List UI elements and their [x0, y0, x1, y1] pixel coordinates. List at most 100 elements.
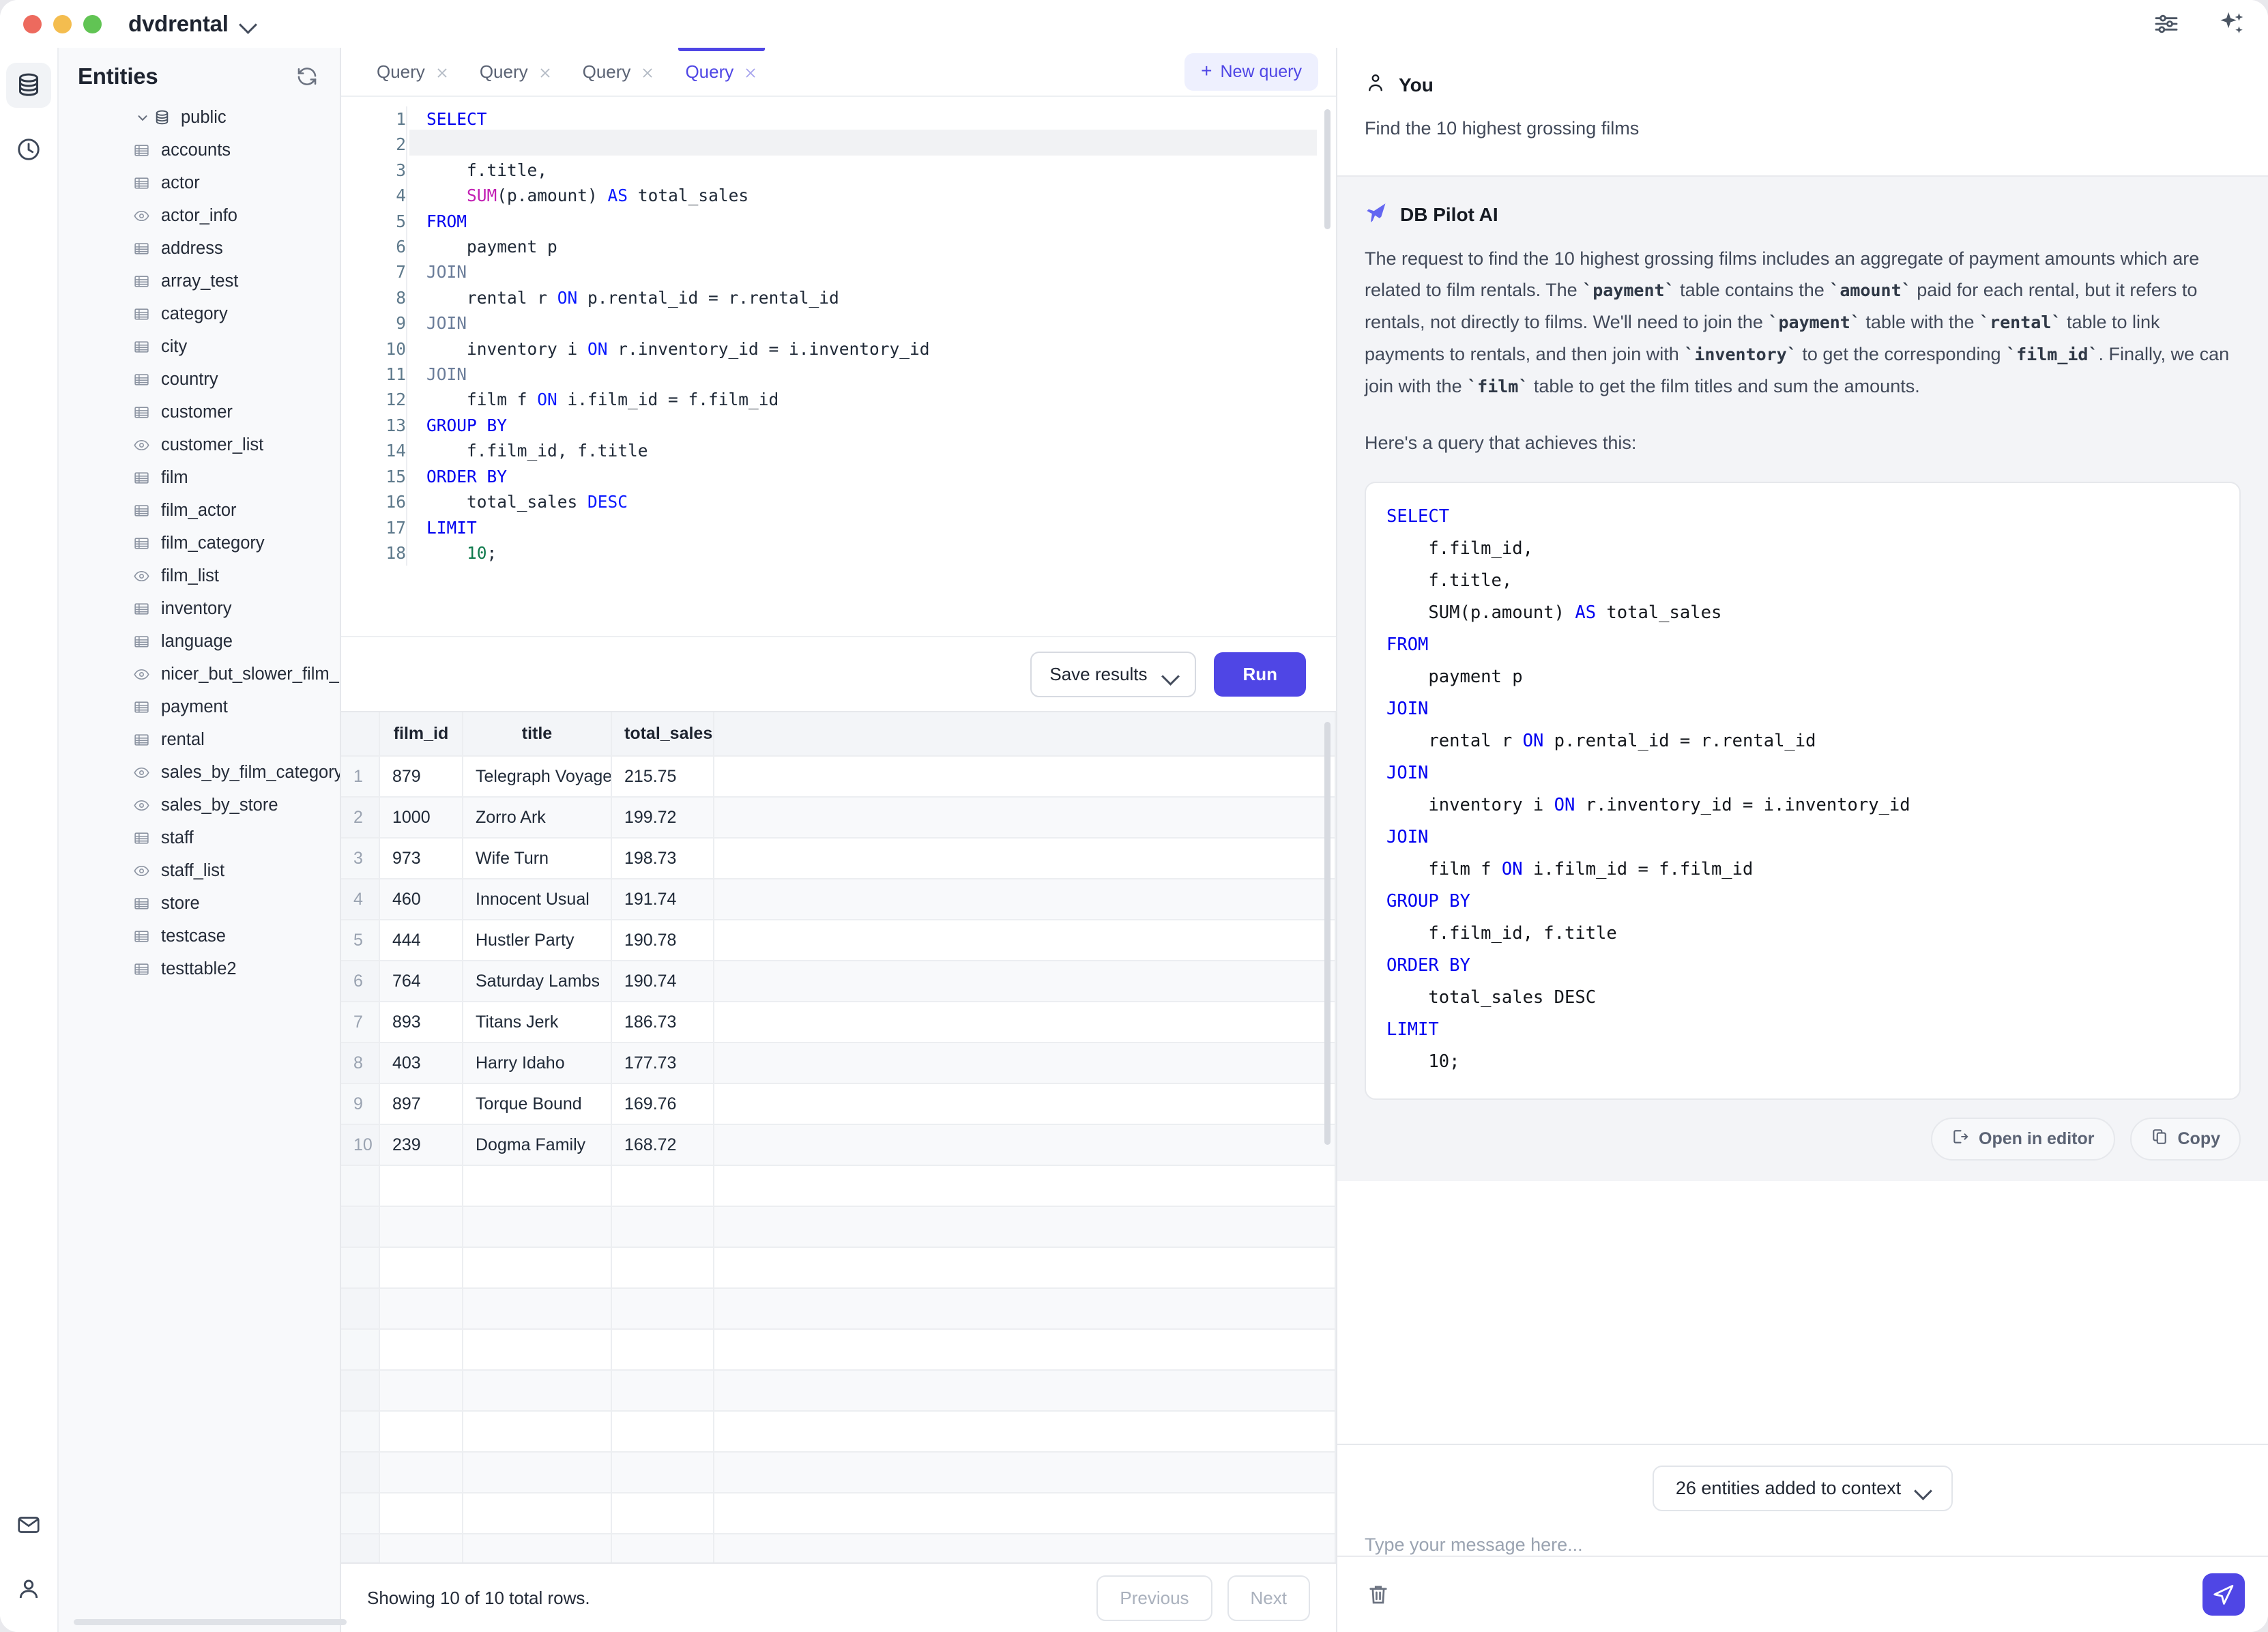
row-index[interactable]: 8	[341, 1043, 380, 1084]
query-tab-2[interactable]: Query	[465, 48, 568, 96]
sidebar-item-store[interactable]: store	[59, 887, 340, 920]
sidebar-item-address[interactable]: address	[59, 232, 340, 265]
row-index[interactable]: 10	[341, 1124, 380, 1166]
cell-film_id[interactable]: 973	[379, 838, 463, 879]
sparkles-icon[interactable]	[2216, 8, 2248, 40]
table-row[interactable]: 3 973 Wife Turn 198.73	[341, 838, 1336, 879]
cell-film_id[interactable]: 403	[379, 1043, 463, 1084]
cell-total_sales[interactable]: 168.72	[611, 1124, 714, 1166]
sidebar-item-staff[interactable]: staff	[59, 821, 340, 854]
cell-total_sales[interactable]: 186.73	[611, 1002, 714, 1043]
row-index[interactable]: 7	[341, 1002, 380, 1043]
row-index[interactable]: 3	[341, 838, 380, 879]
table-row[interactable]: 7 893 Titans Jerk 186.73	[341, 1002, 1336, 1043]
copy-button[interactable]: Copy	[2129, 1118, 2241, 1161]
sidebar-item-public-schema[interactable]: public	[59, 101, 340, 134]
column-header-total_sales[interactable]: total_sales	[611, 712, 714, 757]
table-row[interactable]: 9 897 Torque Bound 169.76	[341, 1083, 1336, 1125]
query-tab-3[interactable]: Query	[568, 48, 671, 96]
rail-item-account[interactable]	[6, 1567, 51, 1612]
sidebar-item-language[interactable]: language	[59, 625, 340, 658]
context-entities-button[interactable]: 26 entities added to context	[1652, 1466, 1953, 1511]
cell-film_id[interactable]: 239	[379, 1124, 463, 1166]
results-grid[interactable]: film_id title total_sales 1 879 Telegraph …	[341, 712, 1336, 1562]
cell-total_sales[interactable]: 190.74	[611, 961, 714, 1002]
cell-title[interactable]: Titans Jerk	[463, 1002, 612, 1043]
cell-film_id[interactable]: 444	[379, 920, 463, 961]
zoom-window-button[interactable]	[83, 14, 102, 33]
close-icon[interactable]	[640, 64, 655, 79]
sidebar-item-testcase[interactable]: testcase	[59, 920, 340, 952]
sidebar-item-city[interactable]: city	[59, 330, 340, 363]
cell-film_id[interactable]: 764	[379, 961, 463, 1002]
run-button[interactable]: Run	[1214, 652, 1306, 697]
table-row[interactable]: 1 879 Telegraph Voyage 215.75	[341, 756, 1336, 798]
table-row[interactable]: 10 239 Dogma Family 168.72	[341, 1124, 1336, 1166]
cell-title[interactable]: Harry Idaho	[463, 1043, 612, 1084]
cell-total_sales[interactable]: 191.74	[611, 879, 714, 920]
cell-title[interactable]: Innocent Usual	[463, 879, 612, 920]
database-selector[interactable]: dvdrental	[128, 11, 257, 37]
cell-total_sales[interactable]: 177.73	[611, 1043, 714, 1084]
sidebar-item-film[interactable]: film	[59, 461, 340, 494]
sidebar-item-accounts[interactable]: accounts	[59, 134, 340, 166]
column-header-film_id[interactable]: film_id	[379, 712, 463, 757]
sidebar-item-film_list[interactable]: film_list	[59, 559, 340, 592]
row-index[interactable]: 1	[341, 756, 380, 798]
chevron-down-icon[interactable]	[135, 111, 150, 126]
cell-total_sales[interactable]: 198.73	[611, 838, 714, 879]
sql-editor[interactable]: 1 2 3 4 5 6 7 8 9 10 11 12 13 14 15 16 1…	[341, 97, 1336, 637]
sidebar-item-staff_list[interactable]: staff_list	[59, 854, 340, 887]
window-controls[interactable]	[23, 14, 102, 33]
table-row[interactable]: 6 764 Saturday Lambs 190.74	[341, 961, 1336, 1002]
sidebar-horizontal-scrollbar[interactable]	[74, 1619, 347, 1625]
sidebar-item-film_category[interactable]: film_category	[59, 527, 340, 559]
row-index[interactable]: 5	[341, 920, 380, 961]
sidebar-item-testtable2[interactable]: testtable2	[59, 952, 340, 985]
cell-film_id[interactable]: 893	[379, 1002, 463, 1043]
table-row[interactable]: 4 460 Innocent Usual 191.74	[341, 879, 1336, 920]
sidebar-item-sales_by_store[interactable]: sales_by_store	[59, 789, 340, 821]
results-vertical-scrollbar[interactable]	[1324, 722, 1331, 1145]
cell-film_id[interactable]: 897	[379, 1083, 463, 1125]
query-tab-1[interactable]: Query	[362, 48, 465, 96]
column-header-title[interactable]: title	[463, 712, 612, 757]
sidebar-item-sales_by_film_category[interactable]: sales_by_film_category	[59, 756, 340, 789]
send-button[interactable]	[2202, 1573, 2245, 1616]
sidebar-item-array_test[interactable]: array_test	[59, 265, 340, 297]
cell-title[interactable]: Dogma Family	[463, 1124, 612, 1166]
refresh-icon[interactable]	[293, 63, 321, 90]
sidebar-item-nicer_but_slower_film_li[interactable]: nicer_but_slower_film_li	[59, 658, 340, 690]
cell-film_id[interactable]: 460	[379, 879, 463, 920]
close-icon[interactable]	[743, 64, 758, 79]
cell-film_id[interactable]: 879	[379, 756, 463, 798]
close-window-button[interactable]	[23, 14, 42, 33]
row-index[interactable]: 4	[341, 879, 380, 920]
close-icon[interactable]	[538, 64, 553, 79]
sidebar-item-category[interactable]: category	[59, 297, 340, 330]
close-icon[interactable]	[435, 64, 450, 79]
sliders-icon[interactable]	[2151, 8, 2182, 40]
cell-title[interactable]: Telegraph Voyage	[463, 756, 612, 798]
chat-input-area[interactable]: Type your message here...	[1337, 1528, 2268, 1556]
cell-total_sales[interactable]: 169.76	[611, 1083, 714, 1125]
cell-title[interactable]: Hustler Party	[463, 920, 612, 961]
cell-title[interactable]: Torque Bound	[463, 1083, 612, 1125]
cell-film_id[interactable]: 1000	[379, 797, 463, 839]
sidebar-item-inventory[interactable]: inventory	[59, 592, 340, 625]
row-index[interactable]: 6	[341, 961, 380, 1002]
table-row[interactable]: 5 444 Hustler Party 190.78	[341, 920, 1336, 961]
query-tab-4[interactable]: Query	[670, 48, 773, 96]
cell-title[interactable]: Zorro Ark	[463, 797, 612, 839]
minimize-window-button[interactable]	[53, 14, 72, 33]
next-page-button[interactable]: Next	[1227, 1575, 1310, 1621]
new-query-button[interactable]: + New query	[1184, 53, 1318, 91]
editor-vertical-scrollbar[interactable]	[1324, 109, 1331, 229]
cell-total_sales[interactable]: 190.78	[611, 920, 714, 961]
rail-item-mail[interactable]	[6, 1502, 51, 1547]
sidebar-item-country[interactable]: country	[59, 363, 340, 396]
cell-title[interactable]: Wife Turn	[463, 838, 612, 879]
previous-page-button[interactable]: Previous	[1096, 1575, 1212, 1621]
sql-code-area[interactable]: 1 2 3 4 5 6 7 8 9 10 11 12 13 14 15 16 1…	[341, 106, 1336, 566]
sidebar-item-actor_info[interactable]: actor_info	[59, 199, 340, 232]
